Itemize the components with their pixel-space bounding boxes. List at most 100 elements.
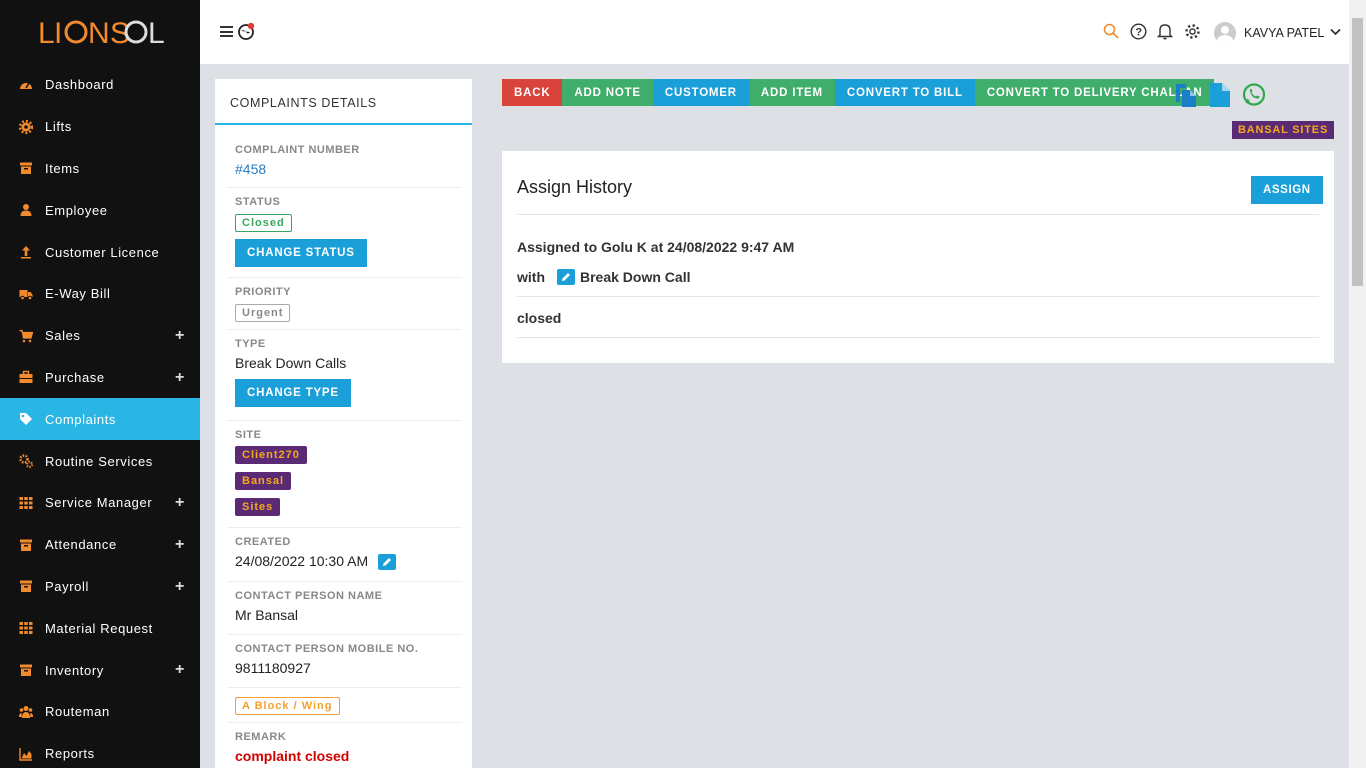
archive-icon	[19, 663, 33, 677]
document-icon[interactable]	[1209, 82, 1231, 113]
bell-icon[interactable]	[1156, 22, 1174, 40]
sidebar-item-label: Complaints	[45, 411, 117, 427]
call-type-text: Break Down Call	[580, 269, 691, 285]
complaint-number-label: COMPLAINT NUMBER	[235, 144, 360, 156]
sidebar-item-dashboard[interactable]: Dashboard	[0, 64, 200, 106]
sidebar-item-sales[interactable]: Sales +	[0, 315, 200, 357]
divider	[517, 337, 1319, 338]
svg-text:L: L	[148, 17, 164, 49]
sidebar-item-routeman[interactable]: Routeman	[0, 691, 200, 733]
remark-label: REMARK	[235, 731, 287, 743]
add-note-button[interactable]: ADD NOTE	[562, 79, 653, 106]
convert-to-bill-button[interactable]: CONVERT TO BILL	[834, 79, 975, 106]
with-label: with	[517, 269, 545, 285]
svg-text:L: L	[38, 17, 54, 49]
topbar: ? KAVYA PATEL	[200, 0, 1349, 64]
sidebar-item-employee[interactable]: Employee	[0, 189, 200, 231]
archive-icon	[19, 161, 33, 175]
expand-plus-icon[interactable]: +	[175, 327, 185, 345]
truck-icon	[19, 287, 33, 301]
sidebar-item-label: Service Manager	[45, 495, 153, 511]
created-value: 24/08/2022 10:30 AM	[235, 553, 369, 569]
menu-toggle-icon[interactable]	[220, 26, 233, 37]
expand-plus-icon[interactable]: +	[175, 369, 185, 387]
site-name-badge: BANSAL SITES	[1232, 121, 1335, 139]
site-tag-client: Client270	[235, 446, 307, 464]
copy-document-icon[interactable]	[1173, 82, 1199, 113]
expand-plus-icon[interactable]: +	[175, 578, 185, 596]
sidebar-item-service-manager[interactable]: Service Manager +	[0, 482, 200, 524]
sidebar-item-label: Lifts	[45, 119, 72, 135]
sidebar-item-attendance[interactable]: Attendance +	[0, 524, 200, 566]
settings-gear-icon[interactable]	[1183, 22, 1201, 40]
sidebar-item-label: Purchase	[45, 369, 105, 385]
panel-title: COMPLAINTS DETAILS	[215, 79, 472, 125]
gear-icon	[19, 119, 33, 134]
sidebar-item-routine-services[interactable]: Routine Services	[0, 440, 200, 482]
assign-button[interactable]: ASSIGN	[1251, 176, 1323, 204]
sidebar-item-items[interactable]: Items	[0, 148, 200, 190]
sidebar-item-e-way-bill[interactable]: E-Way Bill	[0, 273, 200, 315]
whatsapp-icon[interactable]	[1241, 82, 1267, 113]
change-type-button[interactable]: CHANGE TYPE	[235, 379, 351, 407]
avatar	[1214, 22, 1236, 44]
briefcase-icon	[19, 370, 33, 384]
divider	[517, 214, 1319, 215]
contact-mobile-value: 9811180927	[235, 660, 311, 676]
archive-icon	[19, 579, 33, 593]
contact-person-label: CONTACT PERSON NAME	[235, 590, 383, 602]
search-icon[interactable]	[1102, 22, 1120, 40]
sidebar-item-inventory[interactable]: Inventory +	[0, 649, 200, 691]
divider	[517, 296, 1319, 297]
status-badge: Closed	[235, 214, 292, 232]
add-item-button[interactable]: ADD ITEM	[748, 79, 835, 106]
sidebar-item-payroll[interactable]: Payroll +	[0, 566, 200, 608]
sidebar-item-label: Inventory	[45, 662, 104, 678]
change-status-button[interactable]: CHANGE STATUS	[235, 239, 367, 267]
site-label: SITE	[235, 429, 262, 441]
priority-badge: Urgent	[235, 304, 291, 322]
sidebar-item-complaints[interactable]: Complaints	[0, 398, 200, 441]
assigned-text: Assigned to Golu K at 24/08/2022 9:47 AM	[517, 239, 795, 255]
site-tag-bansal: Bansal	[235, 472, 292, 490]
users-icon	[19, 705, 33, 719]
tag-icon	[19, 412, 33, 426]
user-icon	[19, 203, 33, 217]
svg-text:?: ?	[1135, 26, 1142, 38]
sidebar-item-label: Items	[45, 160, 80, 176]
site-tag-sites: Sites	[235, 498, 281, 516]
sidebar-item-customer-licence[interactable]: Customer Licence	[0, 231, 200, 273]
dashboard-icon	[19, 78, 33, 92]
sidebar-item-reports[interactable]: Reports	[0, 733, 200, 768]
help-icon[interactable]: ?	[1129, 22, 1147, 40]
sidebar-item-label: Attendance	[45, 537, 117, 553]
assign-history-title: Assign History	[517, 177, 633, 197]
user-menu[interactable]: KAVYA PATEL	[1214, 22, 1341, 44]
expand-plus-icon[interactable]: +	[175, 536, 185, 554]
archive-icon	[19, 538, 33, 552]
sidebar-item-purchase[interactable]: Purchase +	[0, 357, 200, 399]
globe-notification-icon[interactable]	[237, 22, 255, 40]
sidebar-item-material-request[interactable]: Material Request	[0, 607, 200, 649]
edit-call-type-icon[interactable]	[557, 269, 575, 285]
brand-logo[interactable]: L I N S L	[0, 0, 200, 64]
sidebar-item-label: Customer Licence	[45, 244, 160, 260]
sidebar-item-label: Reports	[45, 746, 95, 762]
user-name: KAVYA PATEL	[1244, 26, 1325, 40]
edit-created-icon[interactable]	[378, 554, 397, 571]
customer-button[interactable]: CUSTOMER	[652, 79, 749, 106]
expand-plus-icon[interactable]: +	[175, 494, 185, 512]
assign-history-card: Assign History ASSIGN Assigned to Golu K…	[502, 151, 1334, 363]
status-label: STATUS	[235, 196, 281, 208]
sidebar-item-lifts[interactable]: Lifts	[0, 106, 200, 148]
page-scrollbar[interactable]	[1349, 0, 1366, 768]
scrollbar-thumb[interactable]	[1352, 18, 1363, 286]
contact-person-value: Mr Bansal	[235, 607, 299, 623]
expand-plus-icon[interactable]: +	[175, 661, 185, 679]
sidebar-item-label: Routine Services	[45, 453, 153, 469]
complaint-number-link[interactable]: #458	[235, 161, 454, 177]
svg-text:N: N	[88, 17, 110, 49]
sidebar-item-label: Employee	[45, 202, 108, 218]
back-button[interactable]: BACK	[502, 79, 563, 106]
chart-icon	[19, 747, 33, 761]
